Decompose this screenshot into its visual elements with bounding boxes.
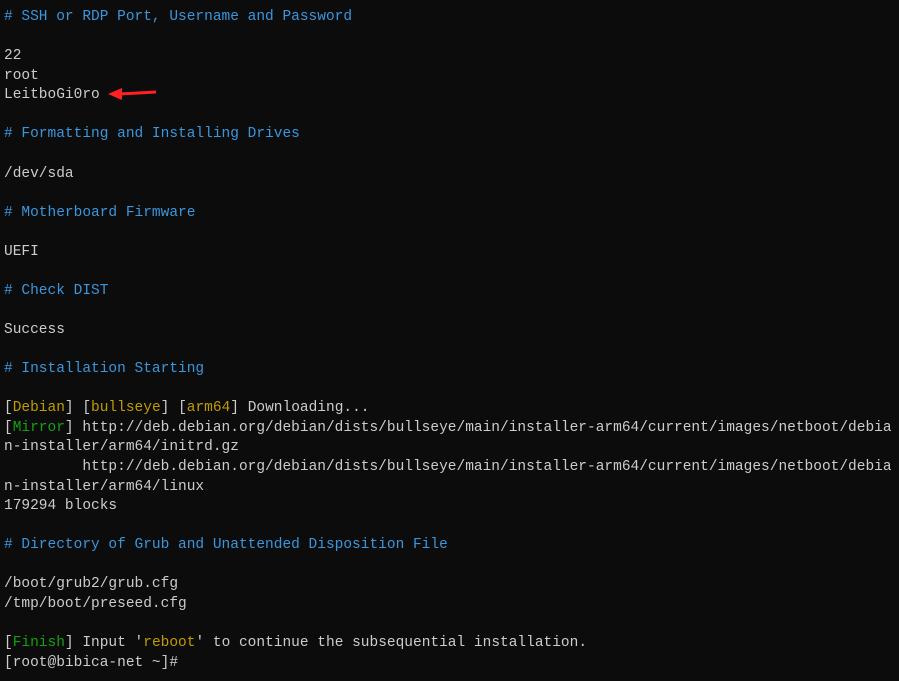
preseed-cfg-path: /tmp/boot/preseed.cfg <box>4 595 895 615</box>
blank <box>4 145 895 165</box>
ssh-pass-line: LeitboGi0ro <box>4 86 895 106</box>
blocks-line: 179294 blocks <box>4 497 895 517</box>
section-grub-header: # Directory of Grub and Unattended Dispo… <box>4 536 895 556</box>
section-dist-header: # Check DIST <box>4 282 895 302</box>
finish-text-2: ' to continue the subsequential installa… <box>195 635 587 651</box>
blank <box>4 380 895 400</box>
blank <box>4 556 895 576</box>
tag-finish: Finish <box>13 635 65 651</box>
br: ] <box>161 400 178 416</box>
tag-arm64: arm64 <box>187 400 231 416</box>
tag-debian: Debian <box>13 400 65 416</box>
br: ] <box>65 400 82 416</box>
downloading-text: Downloading... <box>248 400 370 416</box>
tag-mirror: Mirror <box>13 420 65 436</box>
mirror-line-2: http://deb.debian.org/debian/dists/bulls… <box>4 458 895 497</box>
section-ssh-header: # SSH or RDP Port, Username and Password <box>4 8 895 28</box>
blank <box>4 28 895 48</box>
br: [ <box>178 400 187 416</box>
blank <box>4 517 895 537</box>
reboot-keyword: reboot <box>143 635 195 651</box>
format-drive: /dev/sda <box>4 165 895 185</box>
dist-val: Success <box>4 321 895 341</box>
ssh-pass: LeitboGi0ro <box>4 87 100 103</box>
annotation-arrow-icon <box>108 88 156 100</box>
blank <box>4 223 895 243</box>
ssh-port: 22 <box>4 47 895 67</box>
br: [ <box>4 400 13 416</box>
blank <box>4 341 895 361</box>
prompt-l: [ <box>4 655 13 671</box>
blank <box>4 614 895 634</box>
grub-cfg-path: /boot/grub2/grub.cfg <box>4 575 895 595</box>
shell-prompt[interactable]: [root@bibica-net ~]# <box>4 654 895 674</box>
finish-line: [Finish] Input 'reboot' to continue the … <box>4 634 895 654</box>
section-install-header: # Installation Starting <box>4 360 895 380</box>
download-line: [Debian] [bullseye] [arm64] Downloading.… <box>4 399 895 419</box>
section-firmware-header: # Motherboard Firmware <box>4 204 895 224</box>
br: ] <box>65 420 82 436</box>
tag-bullseye: bullseye <box>91 400 161 416</box>
pad <box>4 459 82 475</box>
ssh-user: root <box>4 67 895 87</box>
blank <box>4 106 895 126</box>
br: ] <box>230 400 247 416</box>
blank <box>4 301 895 321</box>
blank <box>4 184 895 204</box>
br: [ <box>82 400 91 416</box>
mirror-line-1: [Mirror] http://deb.debian.org/debian/di… <box>4 419 895 458</box>
br: ] <box>65 635 82 651</box>
prompt-user-host: root@bibica-net ~ <box>13 655 161 671</box>
mirror-url-2: http://deb.debian.org/debian/dists/bulls… <box>4 459 892 495</box>
mirror-url-1: http://deb.debian.org/debian/dists/bulls… <box>4 420 892 456</box>
prompt-r: ]# <box>161 655 178 671</box>
section-format-header: # Formatting and Installing Drives <box>4 125 895 145</box>
firmware-val: UEFI <box>4 243 895 263</box>
blank <box>4 262 895 282</box>
br: [ <box>4 635 13 651</box>
br: [ <box>4 420 13 436</box>
finish-text-1: Input ' <box>82 635 143 651</box>
